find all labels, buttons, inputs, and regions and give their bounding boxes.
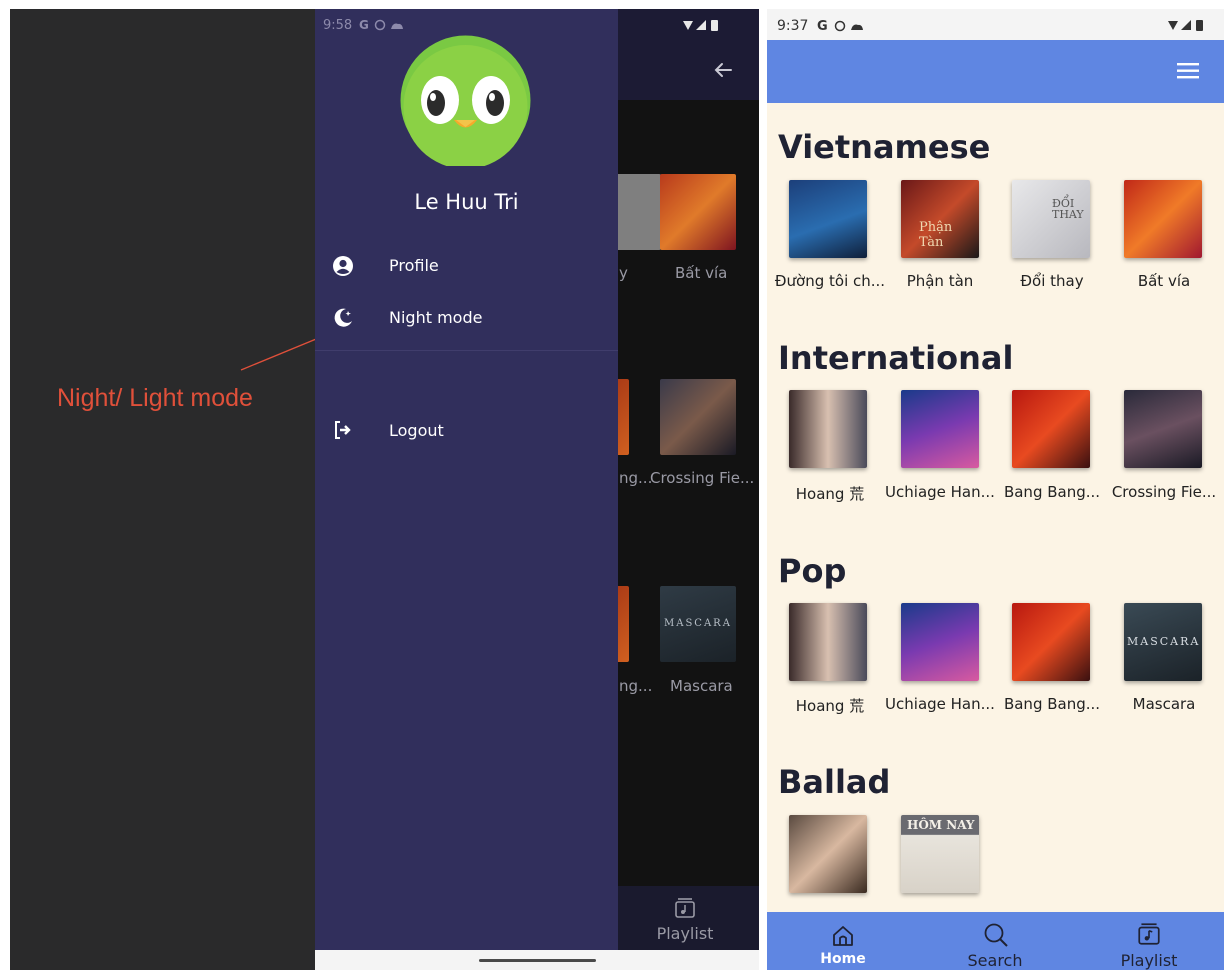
hamburger-icon[interactable] bbox=[1177, 61, 1199, 81]
nav-label-home[interactable]: Home bbox=[793, 951, 893, 967]
album-cover-text: Phận Tàn bbox=[919, 220, 953, 250]
section-title-vietnamese: Vietnamese bbox=[778, 128, 991, 166]
song-label[interactable]: Phận tàn bbox=[884, 272, 996, 290]
album-thumb[interactable] bbox=[1012, 603, 1090, 681]
status-icons bbox=[1168, 20, 1203, 31]
album-thumb[interactable]: MASCARA bbox=[1124, 603, 1202, 681]
left-backdrop bbox=[10, 9, 315, 970]
svg-text:G: G bbox=[817, 19, 828, 34]
album-cover-text: MASCARA bbox=[664, 618, 732, 629]
drawer-item-logout[interactable]: Logout bbox=[389, 421, 444, 440]
app-bar bbox=[767, 40, 1224, 103]
album-thumb[interactable] bbox=[1124, 390, 1202, 468]
album-thumb[interactable] bbox=[660, 379, 736, 455]
album-thumb[interactable] bbox=[901, 603, 979, 681]
status-bar: 9:37 G bbox=[767, 9, 1224, 40]
song-label: Mascara bbox=[670, 677, 733, 695]
song-label: Bất vía bbox=[675, 264, 728, 282]
song-label: Crossing Fie... bbox=[650, 469, 755, 487]
status-icons bbox=[683, 20, 718, 31]
drawer-divider bbox=[315, 350, 618, 351]
album-cover-text: HÔM NAY bbox=[907, 818, 975, 832]
status-icons: G bbox=[359, 18, 403, 32]
notification-icons: G bbox=[817, 19, 863, 34]
nav-label-playlist[interactable]: Playlist bbox=[1099, 951, 1199, 970]
album-thumb[interactable] bbox=[660, 174, 736, 250]
album-cover-text: ĐỔI THAY bbox=[1052, 197, 1084, 221]
nav-label-playlist[interactable]: Playlist bbox=[635, 924, 735, 943]
playlist-icon[interactable] bbox=[1136, 921, 1162, 947]
navigation-drawer: 9:58 G Le Huu Tri Profile Night mode Log… bbox=[315, 9, 618, 950]
song-label[interactable]: Bất vía bbox=[1108, 272, 1220, 290]
song-label: y bbox=[619, 264, 628, 282]
album-thumb[interactable]: MASCARA bbox=[660, 586, 736, 662]
album-thumb[interactable] bbox=[789, 180, 867, 258]
status-time: 9:37 bbox=[777, 18, 809, 34]
user-name: Le Huu Tri bbox=[414, 190, 519, 214]
song-label[interactable]: Uchiage Han... bbox=[884, 695, 996, 713]
song-label[interactable]: Mascara bbox=[1108, 695, 1220, 713]
arrow-left-icon[interactable] bbox=[711, 58, 735, 82]
home-icon[interactable] bbox=[830, 923, 856, 949]
status-time: 9:58 bbox=[323, 18, 353, 33]
search-icon[interactable] bbox=[982, 921, 1010, 949]
drawer-item-profile[interactable]: Profile bbox=[389, 256, 439, 275]
song-label: ng... bbox=[619, 469, 653, 487]
album-thumb[interactable] bbox=[1124, 180, 1202, 258]
light-mode-screen: 9:37 G Vietnamese Phận Tàn ĐỔI THAY Đường… bbox=[767, 9, 1224, 970]
song-label[interactable]: Đổi thay bbox=[996, 272, 1108, 290]
song-label[interactable]: Bang Bang... bbox=[996, 483, 1108, 501]
song-label: ng... bbox=[619, 677, 653, 695]
svg-text:G: G bbox=[359, 18, 369, 32]
song-label[interactable]: Hoang 荒 bbox=[774, 483, 886, 504]
album-thumb[interactable] bbox=[789, 603, 867, 681]
song-label[interactable]: Bang Bang... bbox=[996, 695, 1108, 713]
annotation-label: Night/ Light mode bbox=[57, 384, 253, 412]
section-title-pop: Pop bbox=[778, 552, 847, 590]
album-thumb[interactable]: ĐỔI THAY bbox=[1012, 180, 1090, 258]
drawer-item-night-mode[interactable]: Night mode bbox=[389, 308, 482, 327]
album-cover-text: MASCARA bbox=[1127, 635, 1201, 648]
song-label[interactable]: Hoang 荒 bbox=[774, 695, 886, 716]
album-thumb[interactable] bbox=[789, 390, 867, 468]
section-title-international: International bbox=[778, 339, 1014, 377]
home-indicator[interactable] bbox=[479, 959, 596, 962]
section-title-ballad: Ballad bbox=[778, 763, 891, 801]
song-label[interactable]: Đường tôi ch... bbox=[774, 272, 886, 290]
song-label[interactable]: Uchiage Han... bbox=[884, 483, 996, 501]
moon-icon[interactable] bbox=[331, 306, 355, 330]
gesture-bar bbox=[315, 950, 759, 970]
bottom-nav: Home Search Playlist bbox=[767, 912, 1224, 970]
album-thumb[interactable] bbox=[1012, 390, 1090, 468]
playlist-icon[interactable] bbox=[673, 896, 697, 920]
logout-icon bbox=[335, 421, 351, 439]
album-thumb[interactable] bbox=[789, 815, 867, 893]
song-label[interactable]: Crossing Fie... bbox=[1108, 483, 1220, 501]
avatar[interactable] bbox=[400, 35, 531, 166]
user-circle-icon bbox=[333, 256, 353, 276]
album-thumb[interactable]: HÔM NAY bbox=[901, 815, 979, 893]
album-thumb[interactable] bbox=[901, 390, 979, 468]
nav-label-search[interactable]: Search bbox=[945, 951, 1045, 970]
album-thumb[interactable]: Phận Tàn bbox=[901, 180, 979, 258]
